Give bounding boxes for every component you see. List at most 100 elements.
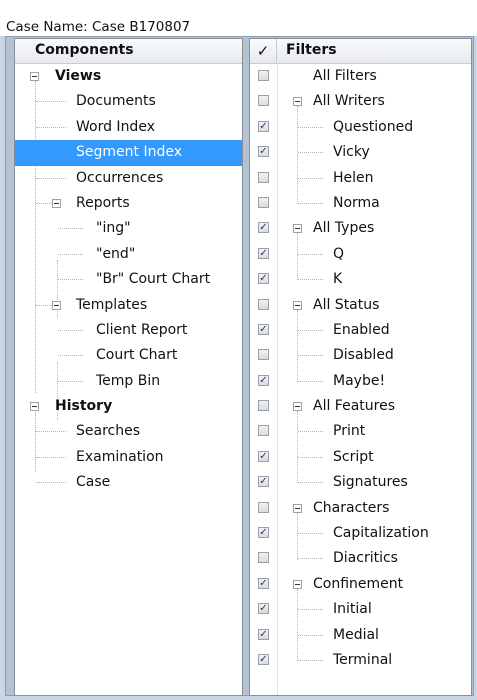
filter-checkbox[interactable] [258,400,269,412]
tree-item-word-index[interactable]: Word Index [15,115,242,140]
filter-checkbox[interactable] [258,298,269,310]
tree-node-reports[interactable]: Reports [15,191,242,216]
filter-checkbox[interactable]: ✓ [258,323,269,335]
filter-item-types-1[interactable]: ✓ K [250,267,471,292]
filter-item-types-0-label: Q [333,245,345,262]
filter-checkbox[interactable]: ✓ [258,273,269,285]
filter-checkbox[interactable]: ✓ [258,527,269,539]
filter-item-writers-3-label: Norma [333,194,380,211]
collapse-icon[interactable] [293,224,302,234]
filter-item-features-2[interactable]: ✓ Signatures [250,470,471,495]
filter-group-types-label: All Types [313,220,375,237]
filter-checkbox[interactable]: ✓ [258,450,269,462]
tree-line [297,106,298,204]
tree-node-history[interactable]: History [15,394,242,419]
check-column-header[interactable]: ✓ [250,39,277,63]
filter-checkbox[interactable] [258,70,269,81]
filter-item-writers-2[interactable]: Helen [250,166,471,191]
filter-group-features[interactable]: All Features [250,394,471,419]
collapse-icon[interactable] [30,72,39,81]
filter-item-confinement-0[interactable]: ✓ Initial [250,597,471,622]
collapse-icon[interactable] [30,402,39,412]
tree-item-searches[interactable]: Searches [15,419,242,444]
filter-checkbox[interactable]: ✓ [258,146,269,158]
tree-item-segment-index[interactable]: Segment Index [15,140,242,166]
tree-item-report-ing[interactable]: "ing" [15,216,242,241]
filter-item-confinement-0-label: Initial [333,601,372,618]
filter-item-status-1[interactable]: Disabled [250,343,471,368]
tree-item-documents[interactable]: Documents [15,89,242,114]
filter-item-features-0[interactable]: Print [250,419,471,444]
filter-checkbox[interactable] [258,425,269,437]
filter-group-status[interactable]: All Status [250,293,471,318]
filter-item-confinement-2[interactable]: ✓ Terminal [250,648,471,673]
collapse-icon[interactable] [52,198,61,208]
tree-connector [36,202,52,204]
components-header[interactable]: Components [15,39,242,64]
temp-bin-label: Temp Bin [96,372,161,389]
filter-item-types-0[interactable]: ✓ Q [250,242,471,267]
filter-checkbox[interactable] [258,349,269,361]
filter-group-confinement[interactable]: ✓ Confinement [250,572,471,597]
tree-item-report-end[interactable]: "end" [15,242,242,267]
filter-item-characters-0[interactable]: ✓ Capitalization [250,521,471,546]
collapse-icon[interactable] [293,300,302,310]
examination-label: Examination [76,448,164,465]
filter-checkbox[interactable] [258,501,269,513]
filter-checkbox[interactable]: ✓ [258,247,269,259]
tree-connector [298,482,323,484]
title-bar: Case Name: Case B170807 [0,0,477,36]
tree-node-views[interactable]: Views [15,64,242,89]
tree-item-temp-bin[interactable]: Temp Bin [15,369,242,394]
filter-checkbox[interactable] [258,171,269,183]
filter-item-characters-0-label: Capitalization [333,525,429,542]
filter-item-status-0[interactable]: ✓ Enabled [250,318,471,343]
tree-line [297,411,298,484]
filter-group-writers[interactable]: All Writers [250,89,471,114]
filter-checkbox[interactable] [258,196,269,208]
tree-connector [298,558,323,560]
collapse-icon[interactable] [293,579,302,589]
tree-item-examination[interactable]: Examination [15,445,242,470]
filter-checkbox[interactable]: ✓ [258,603,269,615]
tree-connector [298,659,323,661]
tree-item-occurrences[interactable]: Occurrences [15,166,242,191]
client-report-label: Client Report [96,321,188,338]
filter-group-characters[interactable]: Characters [250,496,471,521]
collapse-icon[interactable] [52,300,61,310]
filter-item-confinement-2-label: Terminal [333,651,393,668]
tree-connector [36,101,66,103]
filter-item-status-2-label: Maybe! [333,372,386,389]
filter-item-types-1-label: K [333,271,343,288]
tree-connector [298,355,323,357]
filter-checkbox[interactable] [258,95,269,107]
filter-item-writers-3[interactable]: Norma [250,191,471,216]
filter-item-features-2-label: Signatures [333,474,408,491]
collapse-icon[interactable] [293,503,302,513]
tree-connector [58,355,83,357]
filter-item-features-1[interactable]: ✓ Script [250,445,471,470]
tree-item-court-chart[interactable]: Court Chart [15,343,242,368]
tree-node-templates[interactable]: Templates [15,293,242,318]
tree-item-report-br-court-chart[interactable]: "Br" Court Chart [15,267,242,292]
filter-checkbox[interactable]: ✓ [258,577,269,589]
filter-item-status-2[interactable]: ✓ Maybe! [250,369,471,394]
filter-checkbox[interactable]: ✓ [258,222,269,234]
filter-group-types[interactable]: ✓ All Types [250,216,471,241]
filter-item-confinement-1[interactable]: ✓ Medial [250,623,471,648]
filter-item-characters-1[interactable]: Diacritics [250,546,471,571]
filter-item-writers-0[interactable]: ✓ Questioned [250,115,471,140]
filter-item-writers-1[interactable]: ✓ Vicky [250,140,471,165]
filter-checkbox[interactable]: ✓ [258,374,269,386]
filter-checkbox[interactable]: ✓ [258,653,269,665]
filter-all-filters[interactable]: All Filters [250,64,471,89]
filter-checkbox[interactable] [258,552,269,564]
collapse-icon[interactable] [293,402,302,412]
filters-header[interactable]: ✓ Filters [250,39,471,64]
filter-checkbox[interactable]: ✓ [258,476,269,488]
tree-item-case[interactable]: Case [15,470,242,495]
filter-checkbox[interactable]: ✓ [258,628,269,640]
collapse-icon[interactable] [293,97,302,107]
filter-checkbox[interactable]: ✓ [258,120,269,132]
tree-item-client-report[interactable]: Client Report [15,318,242,343]
